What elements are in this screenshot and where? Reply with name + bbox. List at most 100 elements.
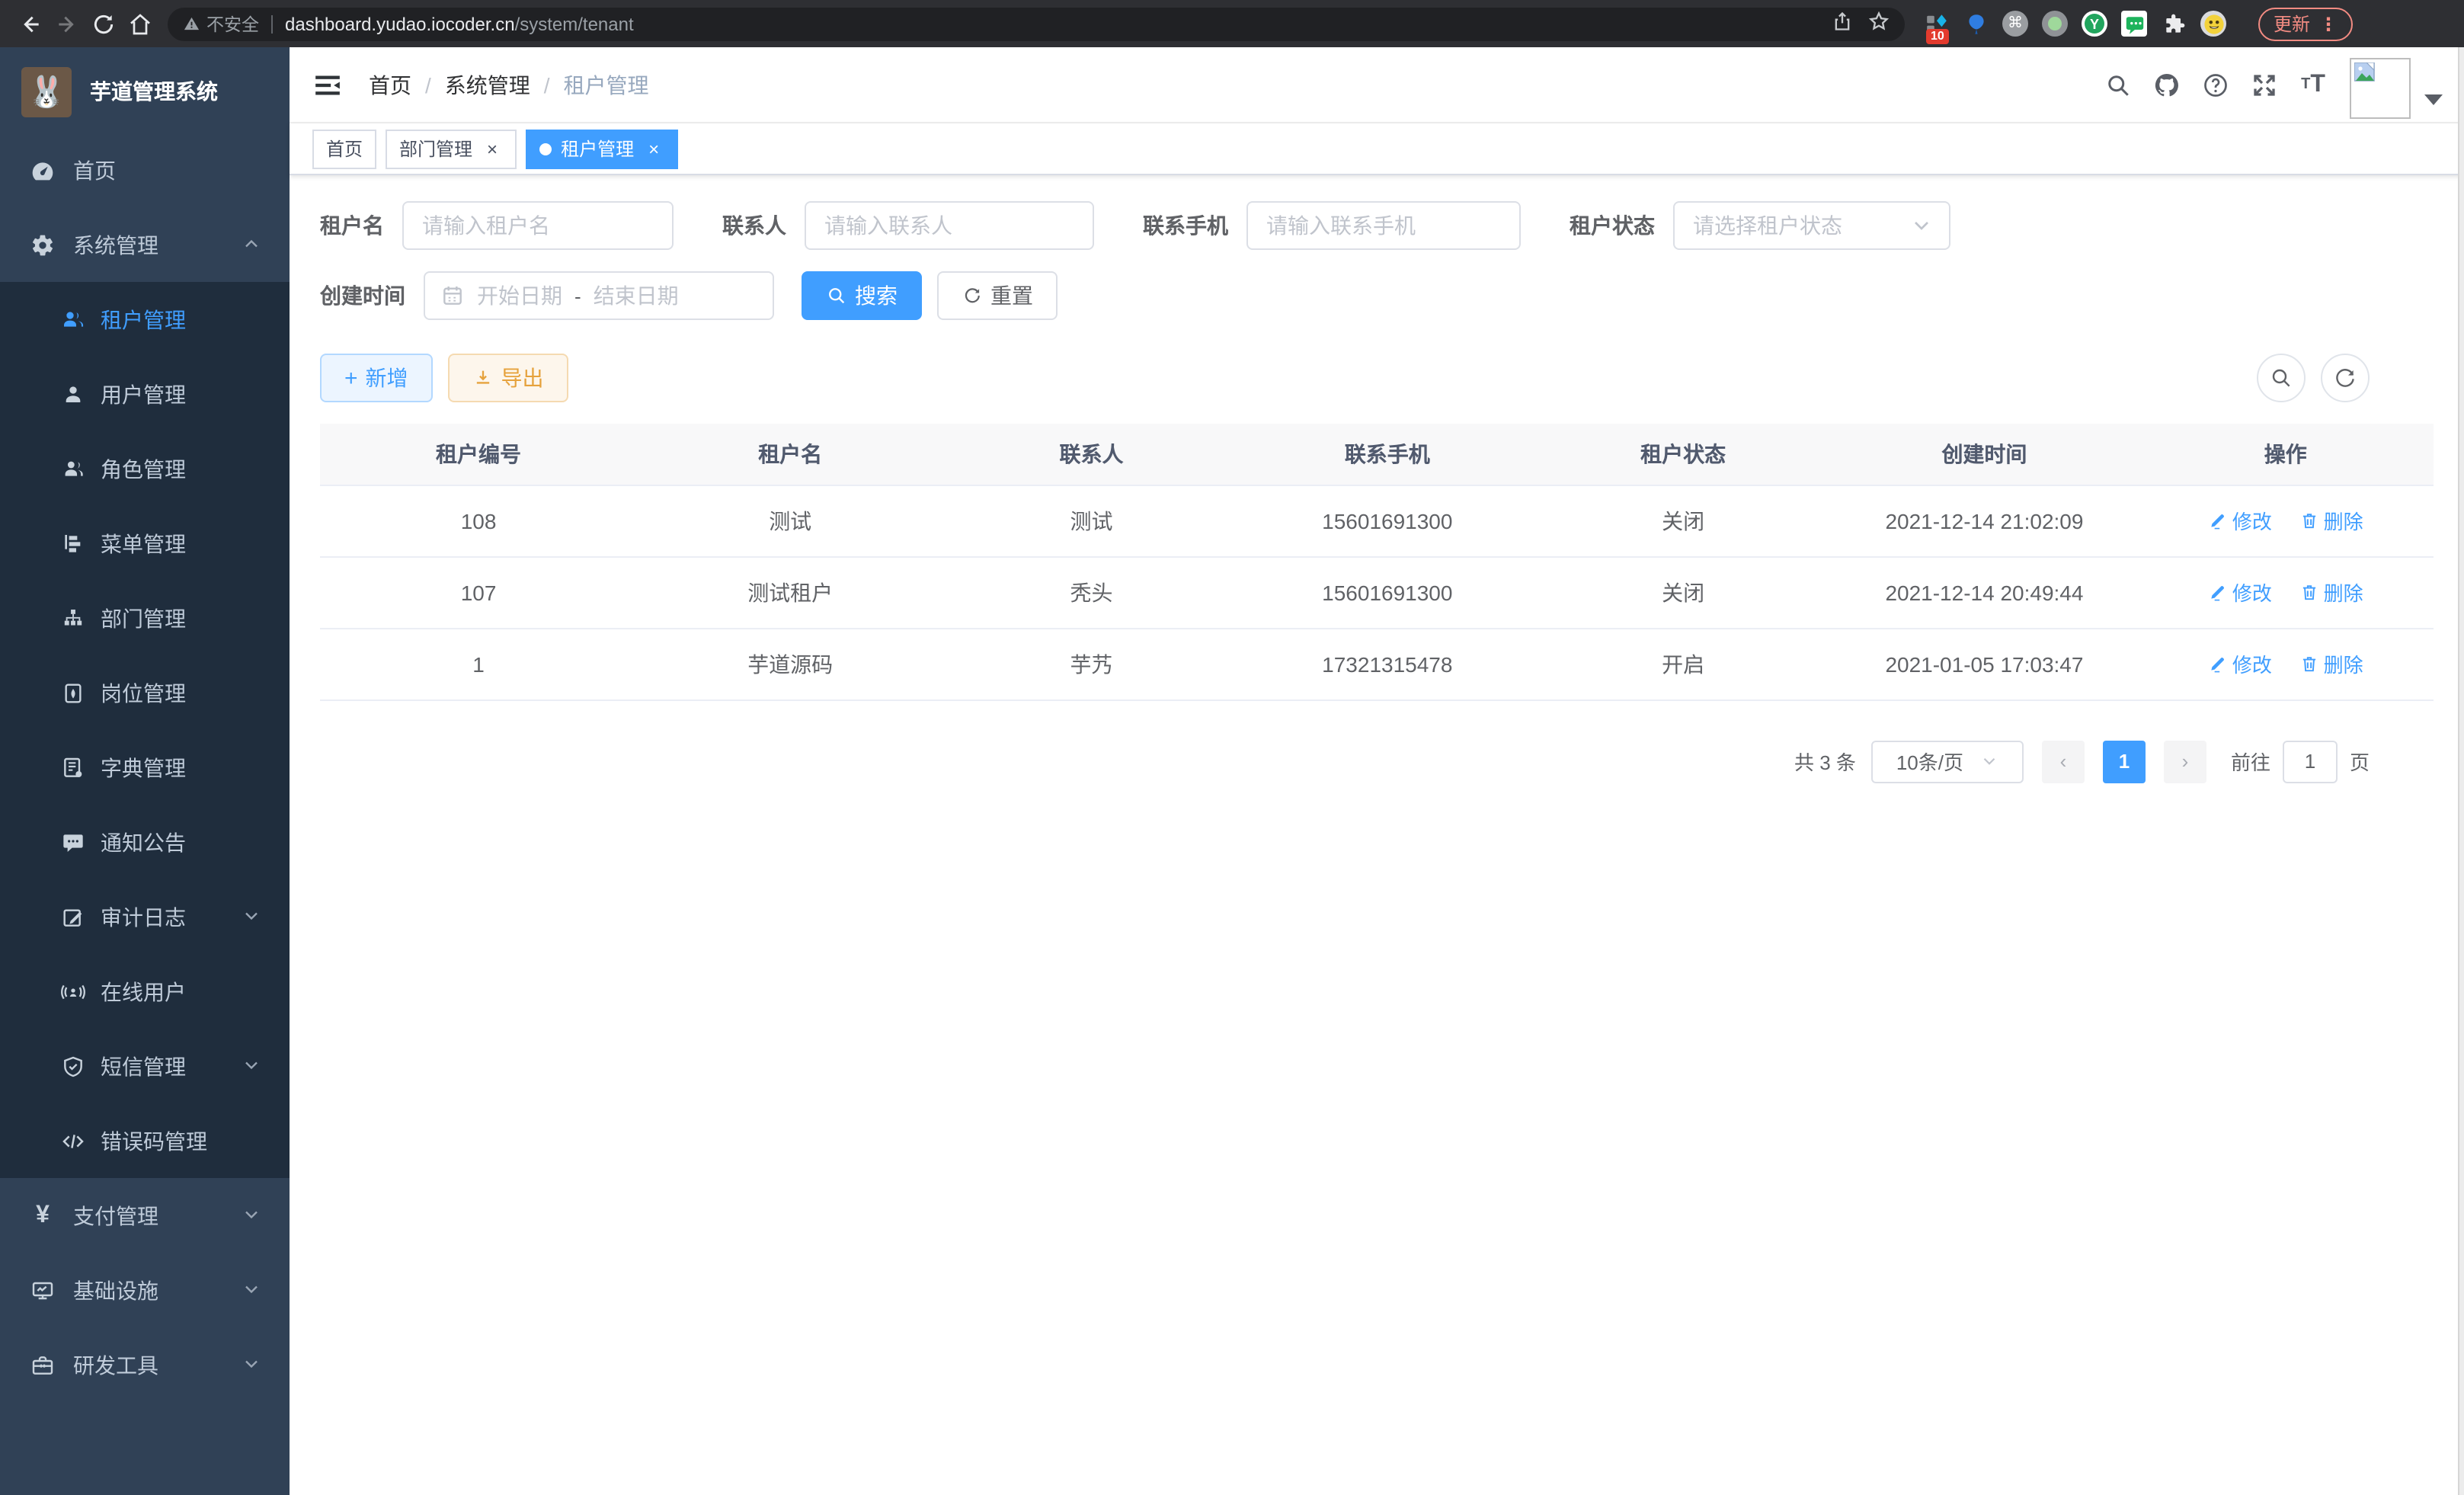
- edit-link[interactable]: 修改: [2208, 649, 2272, 678]
- share-icon[interactable]: [1832, 10, 1853, 37]
- col-mobile: 联系手机: [1240, 424, 1535, 485]
- refresh-table-button[interactable]: [2321, 354, 2370, 402]
- sidebar-item-devtools[interactable]: 研发工具: [0, 1327, 290, 1402]
- breadcrumb-home[interactable]: 首页: [369, 69, 411, 100]
- browser-back-icon[interactable]: [14, 7, 47, 40]
- reset-button[interactable]: 重置: [937, 271, 1058, 320]
- chevron-down-icon: [241, 1054, 262, 1078]
- sidebar-item-role[interactable]: 角色管理: [0, 431, 290, 506]
- sidebar-item-post[interactable]: 岗位管理: [0, 655, 290, 730]
- extension-tabs-icon[interactable]: 10: [1923, 11, 1949, 37]
- dictionary-icon: [61, 755, 85, 780]
- sidebar-item-system[interactable]: 系统管理: [0, 207, 290, 282]
- sidebar-item-menu[interactable]: 菜单管理: [0, 506, 290, 581]
- prev-page-button[interactable]: ‹: [2042, 740, 2085, 783]
- security-warning[interactable]: 不安全: [183, 11, 259, 36]
- table-row: 1 芋道源码 芋艿 17321315478 开启 2021-01-05 17:0…: [320, 628, 2434, 699]
- delete-link[interactable]: 删除: [2299, 506, 2363, 535]
- browser-update-button[interactable]: 更新 ⋮: [2258, 7, 2353, 40]
- extension-circle-icon[interactable]: [2042, 11, 2068, 37]
- sidebar-item-online-users[interactable]: 在线用户: [0, 954, 290, 1029]
- sidebar-logo-row[interactable]: 🐰 芋道管理系统: [0, 47, 290, 133]
- extension-y-icon[interactable]: Y: [2082, 11, 2107, 37]
- sidebar-item-sms[interactable]: 短信管理: [0, 1029, 290, 1103]
- plus-icon: +: [344, 365, 358, 391]
- status-select[interactable]: 请选择租户状态: [1673, 201, 1950, 250]
- browser-reload-icon[interactable]: [87, 7, 120, 40]
- menu-tree-icon: [61, 531, 85, 555]
- sidebar-item-notice[interactable]: 通知公告: [0, 805, 290, 879]
- url-bar[interactable]: 不安全 dashboard.yudao.iocoder.cn/system/te…: [168, 7, 1905, 40]
- goto-label: 前往: [2231, 747, 2270, 776]
- breadcrumb-system[interactable]: 系统管理: [445, 69, 530, 100]
- scrollbar[interactable]: [2458, 47, 2464, 1495]
- extension-kite-icon[interactable]: [1963, 11, 1989, 37]
- tab-dept[interactable]: 部门管理×: [386, 129, 517, 168]
- top-navbar: 首页 / 系统管理 / 租户管理: [290, 47, 2464, 123]
- sidebar-item-tenant[interactable]: 租户管理: [0, 282, 290, 357]
- trash-icon: [2299, 654, 2319, 674]
- monitor-icon: [30, 1278, 55, 1302]
- sidebar-collapse-icon[interactable]: [290, 46, 366, 123]
- extensions-puzzle-icon[interactable]: [2161, 11, 2187, 37]
- trash-icon: [2299, 511, 2319, 530]
- sidebar-item-dept[interactable]: 部门管理: [0, 581, 290, 655]
- search-icon[interactable]: [2094, 46, 2142, 123]
- date-range-picker[interactable]: 开始日期 - 结束日期: [424, 271, 774, 320]
- export-button[interactable]: 导出: [448, 354, 568, 402]
- extension-chat-icon[interactable]: [2121, 11, 2147, 37]
- sidebar-item-audit-log[interactable]: 审计日志: [0, 879, 290, 954]
- delete-link[interactable]: 删除: [2299, 578, 2363, 607]
- search-icon: [826, 285, 847, 306]
- pagination: 共 3 条 10条/页 ‹ 1 › 前往 页: [320, 740, 2370, 783]
- contact-input[interactable]: [805, 201, 1094, 250]
- github-icon[interactable]: [2142, 46, 2191, 123]
- profile-avatar-icon[interactable]: [2200, 11, 2226, 37]
- extension-command-icon[interactable]: ⌘: [2002, 11, 2028, 37]
- search-button[interactable]: 搜索: [802, 271, 922, 320]
- tab-tenant[interactable]: 租户管理×: [526, 129, 678, 168]
- comment-icon: [61, 830, 85, 854]
- goto-page-input[interactable]: [2283, 740, 2338, 783]
- browser-home-icon[interactable]: [123, 7, 157, 40]
- fullscreen-icon[interactable]: [2240, 46, 2289, 123]
- add-button[interactable]: + 新增: [320, 354, 433, 402]
- next-page-button[interactable]: ›: [2164, 740, 2206, 783]
- active-dot: [539, 142, 552, 155]
- page-unit: 页: [2350, 747, 2370, 776]
- table-toolbar: + 新增 导出: [320, 354, 2434, 402]
- show-search-button[interactable]: [2257, 354, 2306, 402]
- navbar-actions: TT: [2094, 46, 2443, 123]
- col-tenant-name: 租户名: [637, 424, 943, 485]
- org-chart-icon: [61, 606, 85, 630]
- edit-link[interactable]: 修改: [2208, 578, 2272, 607]
- select-arrow-icon: [1979, 751, 1998, 771]
- filter-tenant-name: 租户名: [320, 201, 674, 250]
- mobile-input[interactable]: [1246, 201, 1521, 250]
- caret-down-icon: [2424, 94, 2443, 104]
- tenant-name-input[interactable]: [402, 201, 674, 250]
- help-icon[interactable]: [2191, 46, 2240, 123]
- tab-home[interactable]: 首页: [312, 129, 376, 168]
- font-size-icon[interactable]: TT: [2289, 46, 2338, 123]
- browser-forward-icon[interactable]: [50, 7, 84, 40]
- extension-badge: 10: [1926, 29, 1949, 44]
- sidebar-item-user[interactable]: 用户管理: [0, 357, 290, 431]
- browser-menu-icon[interactable]: ⋮: [2319, 13, 2338, 34]
- bookmark-star-icon[interactable]: [1868, 10, 1890, 37]
- sidebar-item-errcode[interactable]: 错误码管理: [0, 1103, 290, 1178]
- refresh-icon: [962, 285, 983, 306]
- close-icon[interactable]: ×: [482, 138, 503, 159]
- close-icon[interactable]: ×: [643, 138, 664, 159]
- sidebar-item-dict[interactable]: 字典管理: [0, 730, 290, 805]
- user-avatar-dropdown[interactable]: [2350, 51, 2443, 118]
- edit-link[interactable]: 修改: [2208, 506, 2272, 535]
- filter-mobile: 联系手机: [1143, 201, 1521, 250]
- page-number-1[interactable]: 1: [2103, 740, 2146, 783]
- sidebar-item-infra[interactable]: 基础设施: [0, 1253, 290, 1327]
- sidebar-item-home[interactable]: 首页: [0, 133, 290, 207]
- delete-link[interactable]: 删除: [2299, 649, 2363, 678]
- page-size-select[interactable]: 10条/页: [1871, 740, 2024, 783]
- screen: 不安全 dashboard.yudao.iocoder.cn/system/te…: [0, 0, 2464, 1495]
- sidebar-item-pay[interactable]: ¥ 支付管理: [0, 1178, 290, 1253]
